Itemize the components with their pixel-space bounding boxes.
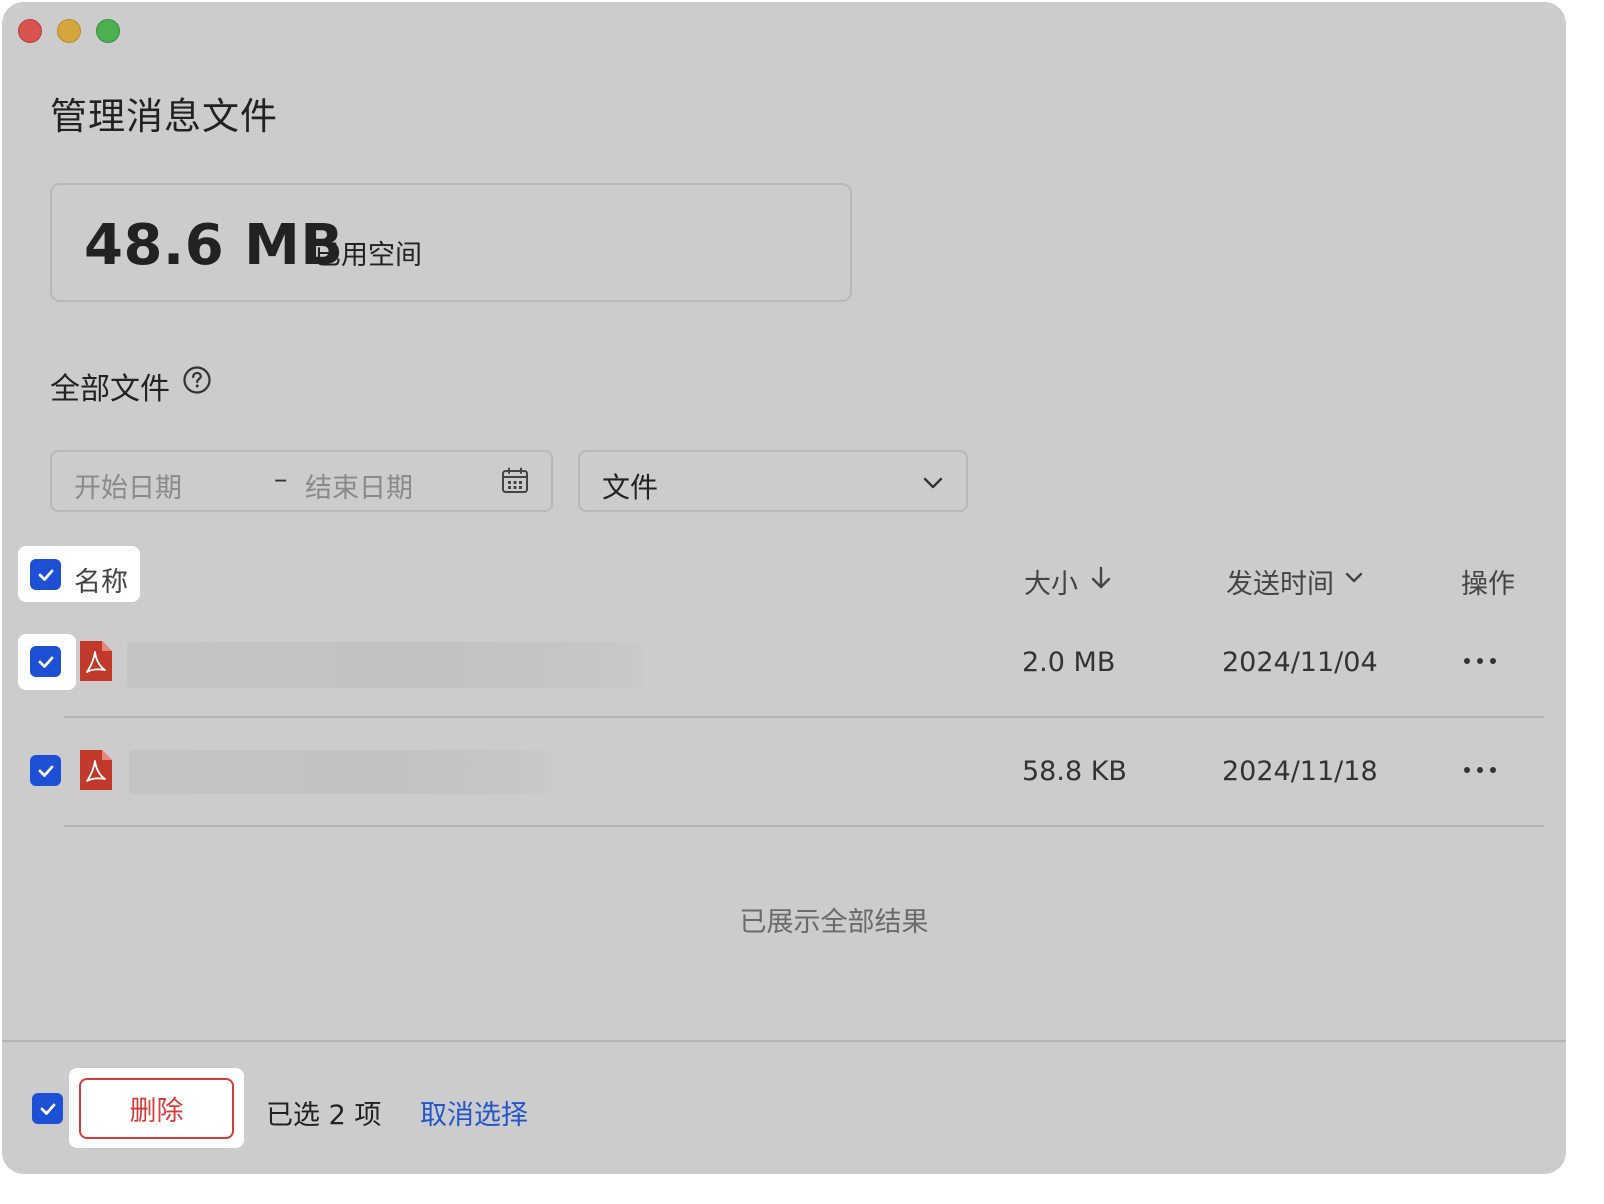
selected-count-text: 已选 2 项 bbox=[266, 1100, 382, 1131]
row-file-size: 2.0 MB bbox=[1022, 647, 1116, 678]
redacted-file-name[interactable] bbox=[129, 750, 553, 794]
row-divider bbox=[64, 716, 1544, 718]
row-send-date: 2024/11/04 bbox=[1222, 647, 1378, 678]
select-all-checkbox[interactable] bbox=[30, 559, 61, 590]
pdf-file-icon bbox=[80, 750, 112, 790]
row-file-size: 58.8 KB bbox=[1022, 756, 1127, 787]
date-separator: – bbox=[274, 464, 288, 495]
start-date-input[interactable]: 开始日期 bbox=[74, 466, 182, 505]
row-divider bbox=[64, 825, 1544, 827]
redacted-file-name[interactable] bbox=[127, 642, 645, 688]
chevron-down-icon[interactable] bbox=[1344, 568, 1364, 588]
column-header-time[interactable]: 发送时间 bbox=[1226, 562, 1334, 601]
row-checkbox[interactable] bbox=[30, 755, 61, 786]
checkmark-icon bbox=[40, 1103, 55, 1115]
column-header-actions: 操作 bbox=[1461, 569, 1515, 600]
column-header-time-label: 发送时间 bbox=[1226, 569, 1334, 600]
column-header-size-label: 大小 bbox=[1024, 569, 1078, 600]
footer-select-all-checkbox[interactable] bbox=[32, 1093, 63, 1124]
minimize-window-button[interactable] bbox=[57, 19, 81, 43]
column-header-name: 名称 bbox=[74, 567, 128, 598]
sort-arrow-down-icon[interactable] bbox=[1090, 565, 1112, 591]
pdf-file-icon bbox=[80, 641, 112, 681]
help-icon[interactable] bbox=[182, 365, 212, 395]
row-checkbox[interactable] bbox=[30, 646, 61, 677]
manage-files-window: 管理消息文件 48.6 MB 已用空间 全部文件 开始日期 – 结束日期 文件 … bbox=[2, 2, 1566, 1174]
column-header-size[interactable]: 大小 bbox=[1024, 562, 1078, 601]
end-date-input[interactable]: 结束日期 bbox=[305, 466, 413, 505]
file-type-selected-value: 文件 bbox=[602, 471, 659, 504]
checkmark-icon bbox=[38, 656, 53, 668]
more-options-icon[interactable] bbox=[1463, 656, 1497, 666]
delete-button[interactable]: 删除 bbox=[79, 1078, 234, 1139]
close-window-button[interactable] bbox=[18, 19, 42, 43]
footer-divider bbox=[2, 1040, 1566, 1042]
file-type-select[interactable]: 文件 bbox=[578, 450, 968, 512]
end-of-results-message: 已展示全部结果 bbox=[739, 907, 929, 938]
deselect-link[interactable]: 取消选择 bbox=[420, 1093, 528, 1132]
calendar-icon[interactable] bbox=[501, 467, 529, 495]
storage-used-label: 已用空间 bbox=[314, 240, 422, 271]
checkmark-icon bbox=[38, 765, 53, 777]
date-range-picker[interactable]: 开始日期 – 结束日期 bbox=[50, 450, 553, 512]
zoom-window-button[interactable] bbox=[96, 19, 120, 43]
checkmark-icon bbox=[38, 569, 53, 581]
storage-used-value: 48.6 MB bbox=[84, 213, 344, 278]
storage-summary-card: 48.6 MB 已用空间 bbox=[50, 183, 852, 302]
row-send-date: 2024/11/18 bbox=[1222, 756, 1378, 787]
section-title: 全部文件 bbox=[50, 372, 170, 407]
page-title: 管理消息文件 bbox=[50, 95, 278, 138]
more-options-icon[interactable] bbox=[1463, 765, 1497, 775]
chevron-down-icon bbox=[923, 477, 943, 489]
